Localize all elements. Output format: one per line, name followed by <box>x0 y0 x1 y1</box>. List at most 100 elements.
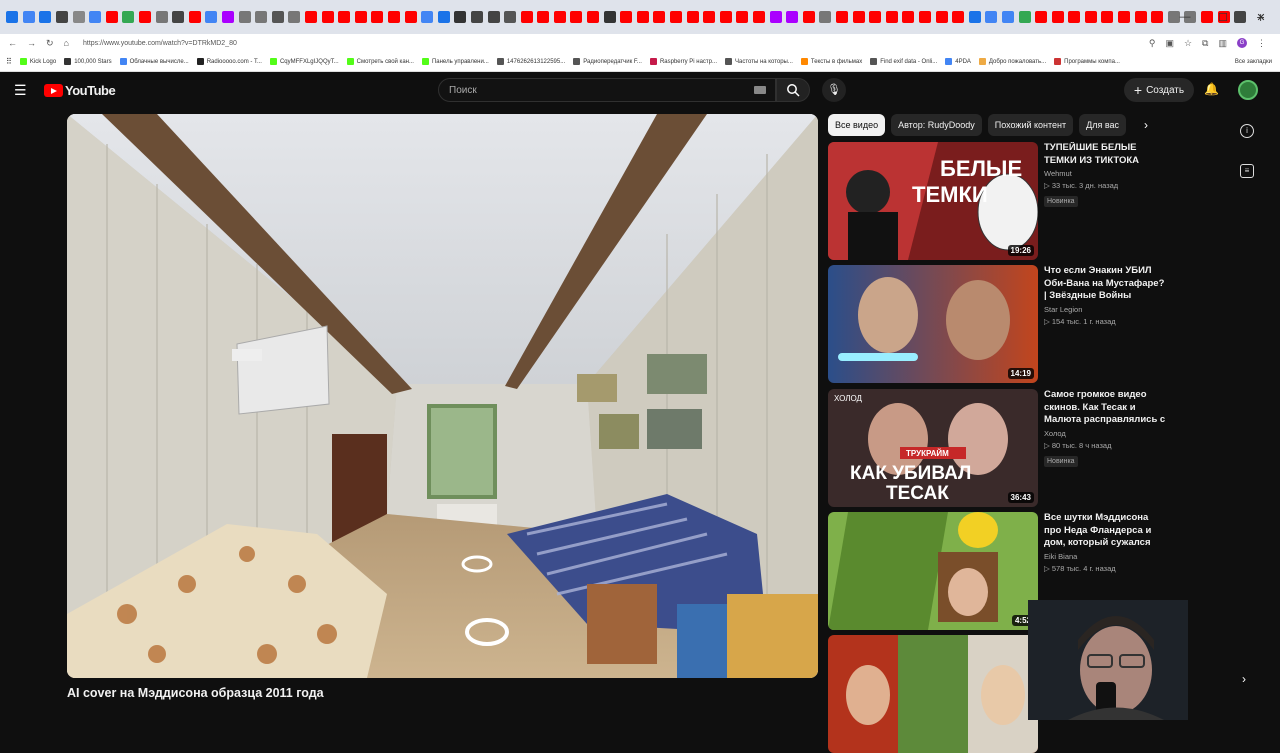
profile-avatar[interactable]: G <box>1237 38 1247 48</box>
back-icon[interactable]: ← <box>8 38 17 49</box>
browser-tab[interactable] <box>404 11 417 23</box>
video-title[interactable]: Самое громкое видео скинов. Как Тесак и … <box>1044 389 1168 427</box>
video-thumbnail[interactable]: 14:19 <box>828 265 1038 383</box>
channel-name[interactable]: Eiki Biana <box>1044 552 1168 561</box>
browser-tab[interactable] <box>39 11 52 23</box>
cast-icon[interactable]: ▣ <box>1165 38 1174 49</box>
browser-tab[interactable] <box>6 11 19 23</box>
browser-tab[interactable] <box>354 11 367 23</box>
browser-tab[interactable] <box>205 11 218 23</box>
bookmark-item[interactable]: Программы компа... <box>1054 58 1120 65</box>
bookmark-item[interactable]: 1476262613122595... <box>496 58 565 65</box>
video-thumbnail[interactable]: БЕЛЫЕ ТЕМКИ 19:26 <box>828 142 1038 260</box>
search-input[interactable]: Поиск <box>438 78 776 102</box>
bookmark-star-icon[interactable]: ☆ <box>1184 38 1192 49</box>
notifications-bell-icon[interactable]: 🔔 <box>1204 82 1219 96</box>
bookmark-item[interactable]: Radiooooo.com - T... <box>196 58 262 65</box>
bookmark-item[interactable]: Тексты в фильмах <box>800 58 862 65</box>
zoom-icon[interactable]: ⚲ <box>1149 38 1156 49</box>
browser-tab[interactable] <box>686 11 699 23</box>
video-thumbnail[interactable]: ХОЛОД ТРУКРАЙМ КАК УБИВАЛ ТЕСАК 36:43 <box>828 389 1038 507</box>
browser-tab[interactable] <box>72 11 85 23</box>
browser-tab[interactable] <box>570 11 583 23</box>
browser-tab[interactable] <box>470 11 483 23</box>
browser-tab[interactable] <box>968 11 981 23</box>
recommendation-item[interactable]: 14:19 Что если Энакин УБИЛ Оби-Вана на Му… <box>828 265 1168 383</box>
browser-tab[interactable] <box>719 11 732 23</box>
video-thumbnail[interactable]: 4:52 <box>828 512 1038 630</box>
browser-tab[interactable] <box>155 11 168 23</box>
browser-tab[interactable] <box>1068 11 1081 23</box>
browser-tab[interactable] <box>288 11 301 23</box>
bookmark-item[interactable]: Добро пожаловать... <box>978 58 1046 65</box>
bookmark-item[interactable]: Облачные вычисле... <box>119 58 189 65</box>
bookmark-item[interactable]: CqyMFFXLgIJQQyT... <box>269 58 339 65</box>
filter-chip[interactable]: Автор: RudyDoody <box>891 114 982 136</box>
all-bookmarks[interactable]: Все закладки <box>1235 59 1272 65</box>
browser-tab[interactable] <box>139 11 152 23</box>
browser-tab[interactable] <box>1134 11 1147 23</box>
minimize-icon[interactable]: — <box>1166 11 1204 23</box>
browser-tab[interactable] <box>952 11 965 23</box>
browser-tab[interactable] <box>603 11 616 23</box>
bookmark-item[interactable]: Raspberry Pi настр... <box>649 58 717 65</box>
browser-tab[interactable] <box>520 11 533 23</box>
chevron-right-icon[interactable]: › <box>1144 118 1148 132</box>
browser-tab[interactable] <box>1101 11 1114 23</box>
browser-tab[interactable] <box>1118 11 1131 23</box>
search-button[interactable] <box>776 78 810 102</box>
bookmark-item[interactable]: Kick Logo <box>19 58 56 65</box>
browser-tab[interactable] <box>620 11 633 23</box>
browser-tab[interactable] <box>387 11 400 23</box>
video-thumbnail[interactable] <box>828 635 1038 753</box>
video-title[interactable]: ТУПЕЙШИЕ БЕЛЫЕ ТЕМКИ ИЗ ТИКТОКА <box>1044 142 1168 167</box>
apps-icon[interactable]: ⠿ <box>6 57 12 66</box>
chat-icon[interactable]: ≡ <box>1240 164 1254 178</box>
browser-tab[interactable] <box>222 11 235 23</box>
browser-tab[interactable] <box>89 11 102 23</box>
browser-tab[interactable] <box>421 11 434 23</box>
browser-tab[interactable] <box>1051 11 1064 23</box>
browser-tab[interactable] <box>802 11 815 23</box>
filter-chip[interactable]: Все видео <box>828 114 886 136</box>
extensions-icon[interactable]: ⧉ <box>1202 38 1208 49</box>
home-icon[interactable]: ⌂ <box>64 38 69 49</box>
browser-tab[interactable] <box>736 11 749 23</box>
filter-chip[interactable]: Похожий контент <box>987 114 1074 136</box>
browser-tab[interactable] <box>188 11 201 23</box>
browser-tab[interactable] <box>338 11 351 23</box>
browser-tab[interactable] <box>255 11 268 23</box>
browser-tab[interactable] <box>537 11 550 23</box>
bookmark-item[interactable]: 100,000 Stars <box>64 58 112 65</box>
browser-tab[interactable] <box>1084 11 1097 23</box>
browser-tab[interactable] <box>835 11 848 23</box>
bookmark-item[interactable]: Частоты на которы... <box>725 58 793 65</box>
info-icon[interactable]: i <box>1240 124 1254 138</box>
browser-tab[interactable] <box>670 11 683 23</box>
browser-tab[interactable] <box>1018 11 1031 23</box>
browser-tab[interactable] <box>304 11 317 23</box>
browser-tab[interactable] <box>321 11 334 23</box>
browser-tab[interactable] <box>753 11 766 23</box>
browser-tab[interactable] <box>935 11 948 23</box>
browser-tab[interactable] <box>587 11 600 23</box>
reload-icon[interactable]: ↻ <box>46 38 54 49</box>
voice-search-icon[interactable]: 🎙 <box>822 78 846 102</box>
browser-tab[interactable] <box>172 11 185 23</box>
keyboard-icon[interactable] <box>754 86 766 94</box>
hamburger-menu-icon[interactable]: ☰ <box>14 82 30 98</box>
browser-tab[interactable] <box>437 11 450 23</box>
channel-name[interactable]: Холод <box>1044 429 1168 438</box>
channel-name[interactable]: Star Legion <box>1044 305 1168 314</box>
bookmark-item[interactable]: Радиопередатчик F... <box>573 58 642 65</box>
browser-tab[interactable] <box>238 11 251 23</box>
video-player[interactable] <box>67 114 818 678</box>
bookmark-item[interactable]: Панель управлени... <box>421 58 489 65</box>
video-title[interactable]: Все шутки Мэддисона про Неда Фландерса и… <box>1044 512 1168 550</box>
browser-tab[interactable] <box>487 11 500 23</box>
bookmark-item[interactable]: Find exif data - Onli... <box>870 58 937 65</box>
sidebar-icon[interactable]: ▥ <box>1218 38 1227 49</box>
browser-tab[interactable] <box>902 11 915 23</box>
browser-menu-icon[interactable]: ⋮ <box>1257 38 1266 49</box>
channel-name[interactable]: Wehmut <box>1044 169 1168 178</box>
